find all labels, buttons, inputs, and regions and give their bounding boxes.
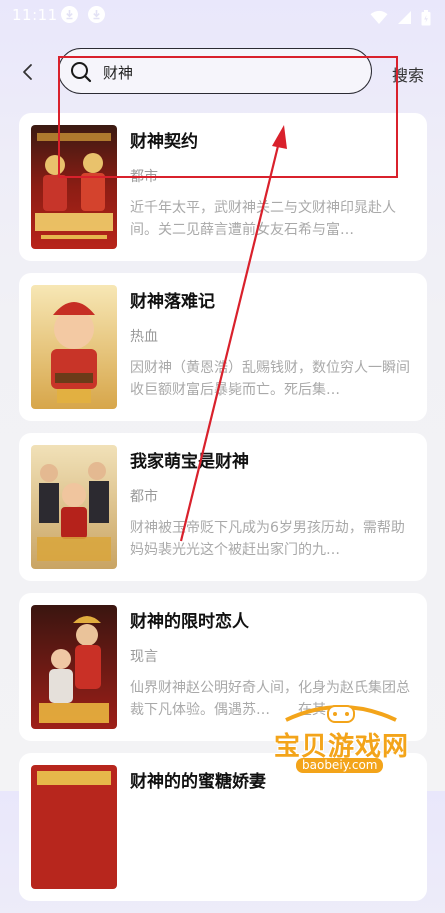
- watermark-url: baobeiy.com: [296, 758, 384, 773]
- search-button[interactable]: 搜索: [392, 62, 424, 86]
- search-result-list: 财神契约 都市 近千年太平，武财神关二与文财神印晁赴人间。关二见薛言遭前女友石希…: [19, 113, 427, 913]
- result-card[interactable]: 财神契约 都市 近千年太平，武财神关二与文财神印晁赴人间。关二见薛言遭前女友石希…: [19, 113, 427, 261]
- result-genre: 都市: [130, 169, 158, 185]
- search-icon: [71, 62, 92, 83]
- result-title[interactable]: 财神的的蜜糖娇妻: [130, 767, 266, 792]
- search-box[interactable]: [58, 48, 372, 94]
- result-title[interactable]: 财神契约: [130, 127, 198, 152]
- result-card[interactable]: 我家萌宝是财神 都市 财神被玉帝贬下凡成为6岁男孩历劫，需帮助妈妈裴光光这个被赶…: [19, 433, 427, 581]
- result-title[interactable]: 我家萌宝是财神: [130, 447, 249, 472]
- cover-image: [31, 125, 117, 249]
- battery-icon: [421, 9, 431, 25]
- cover-image: [31, 765, 117, 889]
- result-title[interactable]: 财神落难记: [130, 287, 215, 312]
- result-description: 财神被玉帝贬下凡成为6岁男孩历劫，需帮助妈妈裴光光这个被赶出家门的九…: [130, 520, 405, 558]
- back-arrow-icon[interactable]: [16, 60, 40, 84]
- cover-image: [31, 605, 117, 729]
- status-bar: 11:11: [0, 0, 445, 30]
- system-icons: [366, 7, 431, 26]
- signal-icon: [397, 11, 411, 24]
- download-notification-icon: [61, 6, 78, 23]
- download-notification-icon: [88, 6, 105, 23]
- result-description: 近千年太平，武财神关二与文财神印晁赴人间。关二见薛言遭前女友石希与富…: [130, 200, 396, 238]
- cover-image: [31, 285, 117, 409]
- status-time: 11:11: [12, 6, 58, 24]
- result-description: 因财神（黄恩浩）乱赐钱财，数位穷人一瞬间收巨额财富后暴毙而亡。死后集…: [130, 360, 410, 398]
- search-input[interactable]: [101, 59, 355, 85]
- result-title[interactable]: 财神的限时恋人: [130, 607, 249, 632]
- cover-image: [31, 445, 117, 569]
- result-genre: 热血: [130, 329, 158, 345]
- result-card[interactable]: 财神落难记 热血 因财神（黄恩浩）乱赐钱财，数位穷人一瞬间收巨额财富后暴毙而亡。…: [19, 273, 427, 421]
- result-genre: 现言: [130, 649, 158, 665]
- site-watermark: 宝贝游戏网 baobeiy.com: [266, 700, 416, 780]
- wifi-icon: [370, 10, 388, 24]
- result-genre: 都市: [130, 489, 158, 505]
